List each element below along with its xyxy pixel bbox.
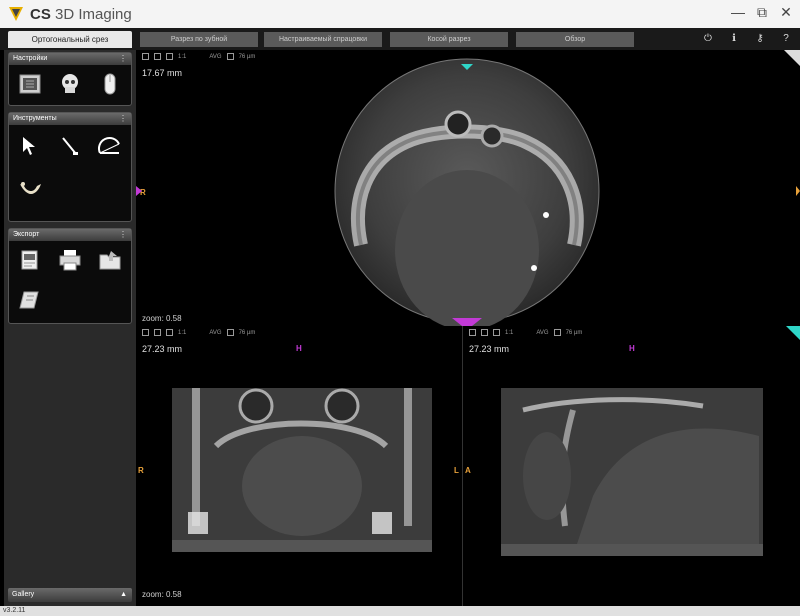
measure-line-icon[interactable] xyxy=(55,131,85,161)
top-right-icons: ⏻ ℹ ⚷ ? xyxy=(702,33,792,45)
tools-more-icon[interactable]: ⋮ xyxy=(119,113,127,125)
export-more-icon[interactable]: ⋮ xyxy=(119,229,127,241)
xray-view-icon[interactable] xyxy=(15,69,45,99)
tools-panel: Инструменты ⋮ xyxy=(8,112,132,222)
tab-oblique[interactable]: Косой разрез xyxy=(390,32,508,47)
sagittal-viewport[interactable]: 1:1 AVG 76 µm 27.23 mm H A xyxy=(463,326,800,606)
export-panel-header: Экспорт ⋮ xyxy=(9,229,131,241)
restore-button[interactable]: ⧉ xyxy=(754,3,770,21)
view-tabs-bar: Ортогональный срез Разрез по зубной Наст… xyxy=(0,28,800,50)
angle-measure-icon[interactable] xyxy=(95,131,125,161)
close-button[interactable]: ✕ xyxy=(778,3,794,21)
sidebar: Настройки ⋮ Инструменты ⋮ Экспорт ⋮ Gall… xyxy=(4,50,136,606)
export-panel: Экспорт ⋮ xyxy=(8,228,132,324)
export-volume-icon[interactable] xyxy=(15,285,45,315)
printer-icon[interactable] xyxy=(55,245,85,275)
info-icon[interactable]: ℹ xyxy=(728,33,740,45)
sagittal-ct-image xyxy=(501,326,800,556)
report-document-icon[interactable] xyxy=(15,245,45,275)
help-icon[interactable]: ? xyxy=(780,33,792,45)
export-folder-icon[interactable] xyxy=(95,245,125,275)
minimize-button[interactable]: — xyxy=(730,3,746,21)
version-label: v3.2.11 xyxy=(3,607,26,614)
settings-more-icon[interactable]: ⋮ xyxy=(119,53,127,65)
coronal-ct-image xyxy=(172,388,432,552)
app-window: CS 3D Imaging — ⧉ ✕ Ортогональный срез Р… xyxy=(0,0,800,616)
settings-panel: Настройки ⋮ xyxy=(8,52,132,106)
jaw-model-icon[interactable] xyxy=(15,173,45,203)
tab-tooth-section[interactable]: Разрез по зубной xyxy=(140,32,258,47)
key-icon[interactable]: ⚷ xyxy=(754,33,766,45)
title-bar: CS 3D Imaging — ⧉ ✕ xyxy=(0,0,800,28)
coronal-viewport[interactable]: 1:1 AVG 76 µm 27.23 mm zoom: 0.58 H R L xyxy=(136,326,462,606)
tools-panel-header: Инструменты ⋮ xyxy=(9,113,131,125)
tab-orthogonal[interactable]: Ортогональный срез xyxy=(8,31,132,48)
tab-custom[interactable]: Настраиваемый спрацовки xyxy=(264,32,382,47)
arrow-pointer-icon[interactable] xyxy=(15,131,45,161)
axial-viewport[interactable]: 1:1 AVG 76 µm 17.67 mm zoom: 0.58 A R P xyxy=(136,50,800,326)
tab-overview[interactable]: Обзор xyxy=(516,32,634,47)
window-controls: — ⧉ ✕ xyxy=(730,3,794,21)
app-title: CS 3D Imaging xyxy=(30,5,132,23)
app-logo-icon xyxy=(6,4,26,24)
power-icon[interactable]: ⏻ xyxy=(702,33,714,45)
skull-icon[interactable] xyxy=(55,69,85,99)
gallery-arrow-icon: ▲ xyxy=(120,591,127,598)
axial-ct-image xyxy=(136,50,800,326)
gallery-toggle[interactable]: Gallery ▲ xyxy=(8,588,132,602)
status-bar: v3.2.11 xyxy=(0,606,800,616)
settings-panel-header: Настройки ⋮ xyxy=(9,53,131,65)
mouse-icon[interactable] xyxy=(95,69,125,99)
